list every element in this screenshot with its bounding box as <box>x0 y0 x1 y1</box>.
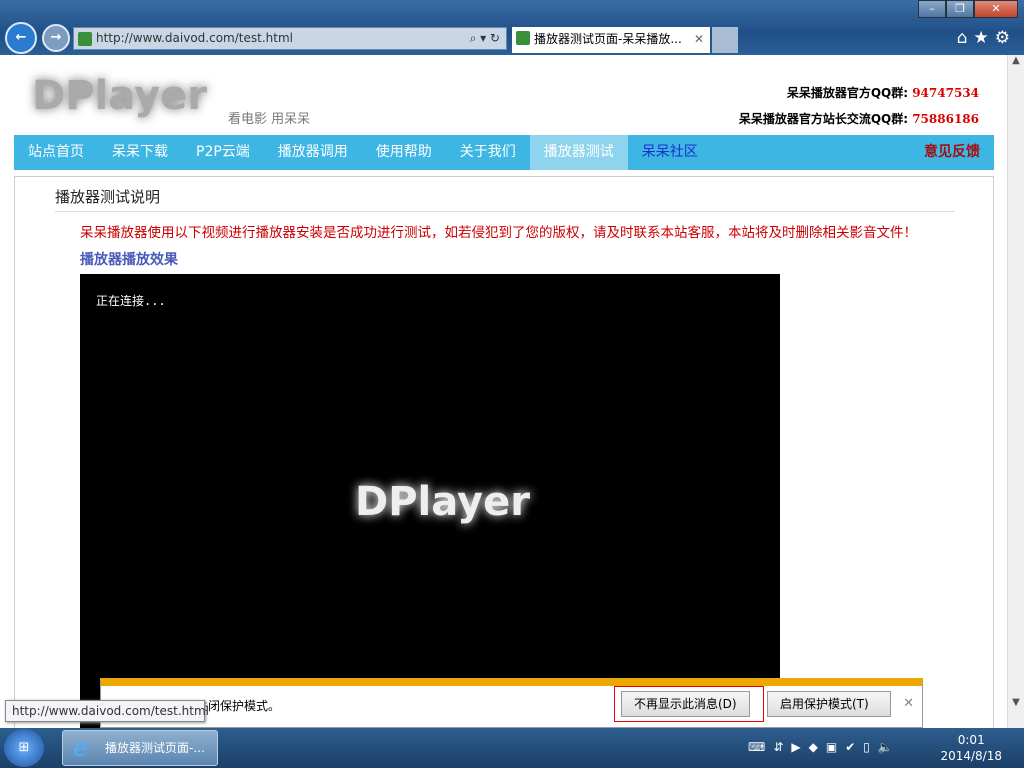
close-button[interactable]: ✕ <box>974 0 1018 18</box>
taskbar: ⊞ e 播放器测试页面-... ⌨⇵▶◆▣✔▯🔈 0:01 2014/8/18 <box>0 728 1024 768</box>
gear-icon[interactable]: ⚙ <box>995 28 1016 48</box>
new-tab-button[interactable] <box>712 27 738 53</box>
restore-button[interactable]: ❐ <box>946 0 974 18</box>
enable-protected-mode-button[interactable]: 启用保护模式(T) <box>767 691 891 717</box>
task-label: 播放器测试页面-... <box>105 741 205 755</box>
ie-icon: e <box>73 734 88 762</box>
tab-icon <box>516 31 530 45</box>
browser-chrome: – ❐ ✕ ← → http://www.daivod.com/test.htm… <box>0 0 1024 55</box>
url-text: http://www.daivod.com/test.html <box>96 31 293 45</box>
home-icon[interactable]: ⌂ <box>957 28 974 48</box>
scroll-up-icon[interactable]: ▲ <box>1008 55 1024 66</box>
menu-item-player-api[interactable]: 播放器调用 <box>264 135 362 170</box>
menu-item-community[interactable]: 呆呆社区 <box>628 135 712 170</box>
notification-close-icon[interactable]: ✕ <box>903 696 914 711</box>
qq-group-1: 呆呆播放器官方QQ群: 94747534 <box>787 84 979 101</box>
copyright-notice: 呆呆播放器使用以下视频进行播放器安装是否成功进行测试，如若侵犯到了您的版权，请及… <box>80 225 917 241</box>
link-tooltip: http://www.daivod.com/test.html <box>5 700 209 722</box>
slogan: 看电影 用呆呆 <box>228 112 311 127</box>
notification-bar: 关闭保护模式。 不再显示此消息(D) 启用保护模式(T) ✕ <box>100 678 923 728</box>
volume-icon[interactable]: 🔈 <box>878 740 901 754</box>
forward-button[interactable]: → <box>42 24 70 52</box>
clock[interactable]: 0:01 2014/8/18 <box>940 732 1002 764</box>
favorites-icon[interactable]: ★ <box>974 28 995 48</box>
qq-group-2: 呆呆播放器官方站长交流QQ群: 75886186 <box>739 110 979 127</box>
page-icon <box>78 32 92 46</box>
qq1-number: 94747534 <box>912 86 979 100</box>
address-bar[interactable]: http://www.daivod.com/test.html ⌕ ▾ ↻ <box>73 27 507 50</box>
minimize-button[interactable]: – <box>918 0 946 18</box>
search-refresh-icons[interactable]: ⌕ ▾ ↻ <box>470 28 500 49</box>
feedback-link[interactable]: 意见反馈 <box>910 135 994 170</box>
ime-icon[interactable]: ⇵ <box>773 740 791 754</box>
keyboard-icon[interactable]: ⌨ <box>748 740 773 754</box>
content-panel: 播放器测试说明 呆呆播放器使用以下视频进行播放器安装是否成功进行测试，如若侵犯到… <box>14 176 994 728</box>
clock-date: 2014/8/18 <box>940 749 1002 763</box>
system-tray[interactable]: ⌨⇵▶◆▣✔▯🔈 <box>748 740 901 754</box>
player-subtitle: 播放器播放效果 <box>80 252 178 268</box>
main-menu: 站点首页 呆呆下载 P2P云端 播放器调用 使用帮助 关于我们 播放器测试 呆呆… <box>14 135 994 170</box>
player-tray-icon[interactable]: ▶ <box>791 740 808 754</box>
section-title: 播放器测试说明 <box>55 186 955 212</box>
vertical-scrollbar[interactable]: ▲ ▼ <box>1007 55 1024 728</box>
network-icon[interactable]: ▯ <box>863 740 878 754</box>
tab-title: 播放器测试页面-呆呆播放... <box>534 32 682 46</box>
menu-item-download[interactable]: 呆呆下载 <box>98 135 182 170</box>
qq2-number: 75886186 <box>912 112 979 126</box>
web-page: DPlayer 看电影 用呆呆 呆呆播放器官方QQ群: 94747534 呆呆播… <box>0 55 1007 728</box>
security-icon[interactable]: ✔ <box>845 740 863 754</box>
back-button[interactable]: ← <box>5 22 37 54</box>
menu-item-home[interactable]: 站点首页 <box>14 135 98 170</box>
logo[interactable]: DPlayer <box>32 73 207 119</box>
menu-item-p2p[interactable]: P2P云端 <box>182 135 264 170</box>
start-button[interactable]: ⊞ <box>4 729 44 767</box>
qq2-label: 呆呆播放器官方站长交流QQ群: <box>738 112 909 126</box>
player-watermark: DPlayer <box>355 479 530 525</box>
menu-item-player-test[interactable]: 播放器测试 <box>529 135 628 170</box>
player-status: 正在连接... <box>96 294 166 308</box>
menu-item-about[interactable]: 关于我们 <box>446 135 530 170</box>
qq1-label: 呆呆播放器官方QQ群: <box>786 86 909 100</box>
browser-tab[interactable]: 播放器测试页面-呆呆播放... ✕ <box>512 27 710 53</box>
vm-icon[interactable]: ▣ <box>826 740 845 754</box>
clock-time: 0:01 <box>957 733 985 747</box>
video-player[interactable]: 正在连接... DPlayer <box>80 274 780 728</box>
app-tray-icon[interactable]: ◆ <box>809 740 826 754</box>
tab-close-icon[interactable]: ✕ <box>694 27 704 51</box>
dont-show-button[interactable]: 不再显示此消息(D) <box>621 691 750 717</box>
taskbar-ie-item[interactable]: e 播放器测试页面-... <box>62 730 218 766</box>
menu-item-help[interactable]: 使用帮助 <box>362 135 446 170</box>
scroll-down-icon[interactable]: ▼ <box>1008 697 1024 708</box>
